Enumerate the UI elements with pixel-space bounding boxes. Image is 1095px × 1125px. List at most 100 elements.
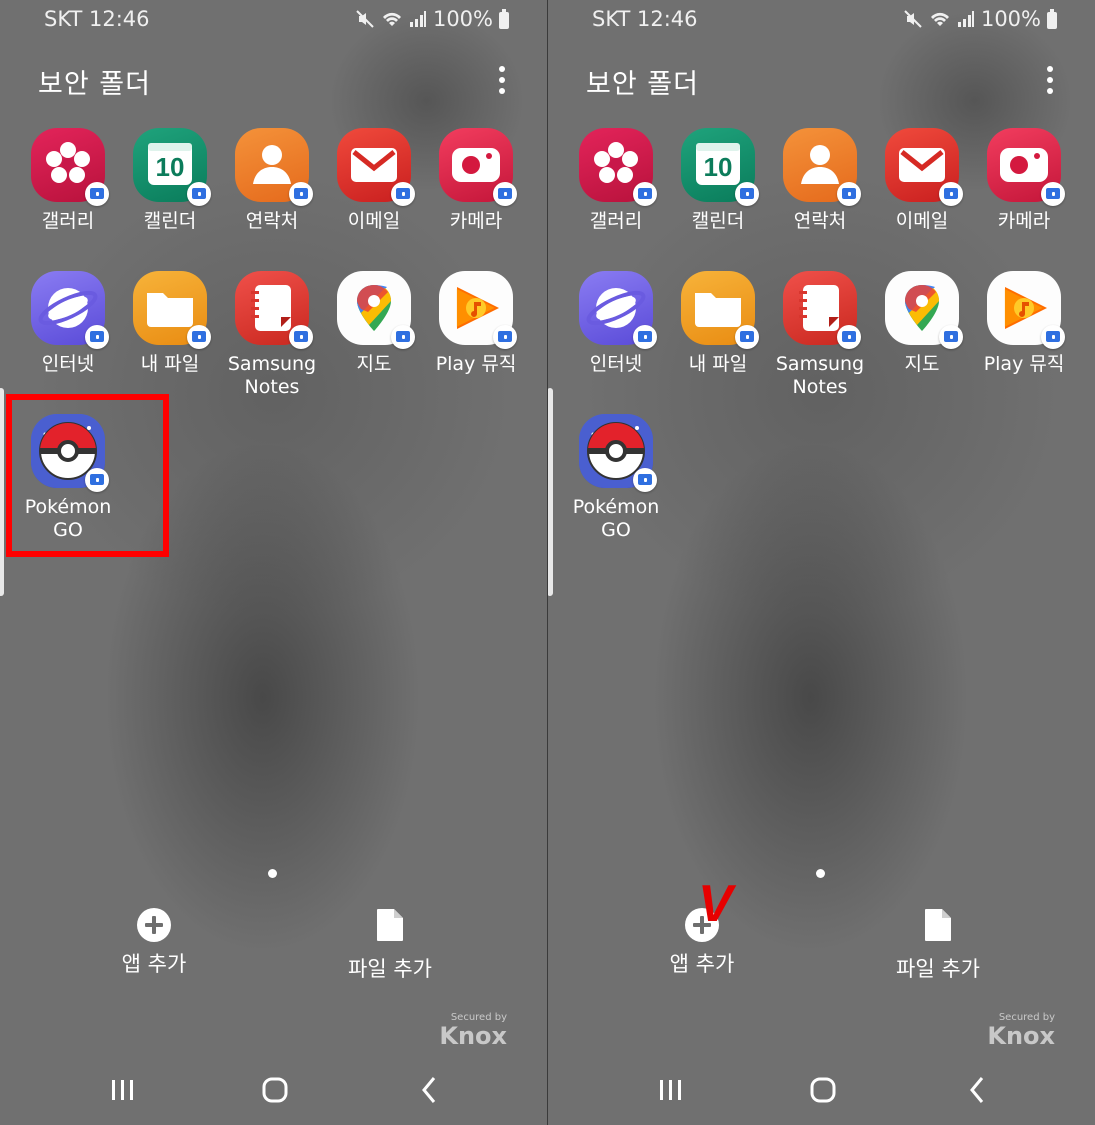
add-file-label: 파일 추가: [348, 957, 432, 981]
signal-icon: [409, 11, 426, 27]
app-play-music[interactable]: Play 뮤직: [974, 271, 1074, 376]
app-label: 지도: [904, 353, 940, 375]
home-icon[interactable]: [245, 1066, 305, 1114]
app-pokemon-go[interactable]: Pokémon GO: [566, 414, 666, 542]
app-label: 이메일: [347, 210, 401, 232]
contacts-icon: [235, 128, 313, 206]
app-internet[interactable]: 인터넷: [18, 271, 118, 376]
battery-percent: 100%: [980, 7, 1041, 31]
app-contacts[interactable]: 연락처: [770, 128, 870, 233]
secure-folder-badge-icon: [837, 325, 861, 349]
app-label: Play 뮤직: [435, 353, 517, 375]
wifi-icon: [930, 12, 949, 26]
secure-folder-badge-icon: [939, 325, 963, 349]
svg-text:10: 10: [156, 152, 185, 182]
secure-folder-badge-icon: [493, 325, 517, 349]
battery-icon: [1047, 8, 1057, 29]
file-icon: [925, 909, 951, 941]
app-label: 연락처: [793, 210, 847, 232]
add-file-button[interactable]: 파일 추가: [330, 908, 450, 983]
app-play-music[interactable]: Play 뮤직: [426, 271, 526, 376]
back-icon[interactable]: [948, 1066, 1008, 1114]
app-my-files[interactable]: 내 파일: [668, 271, 768, 376]
samsung-notes-icon: [235, 271, 313, 349]
secure-folder-badge-icon: [289, 325, 313, 349]
secure-folder-badge-icon: [391, 325, 415, 349]
app-label: 인터넷: [41, 353, 95, 375]
secure-folder-badge-icon: [493, 182, 517, 206]
secure-folder-badge-icon: [939, 182, 963, 206]
app-gallery[interactable]: 갤러리: [18, 128, 118, 233]
add-app-label: 앱 추가: [121, 952, 187, 976]
calendar-icon: 10: [133, 128, 211, 206]
knox-brand: Knox: [987, 1022, 1055, 1050]
app-maps[interactable]: 지도: [324, 271, 424, 376]
recent-apps-icon[interactable]: [92, 1066, 152, 1114]
app-email[interactable]: 이메일: [324, 128, 424, 233]
secure-folder-badge-icon: [633, 325, 657, 349]
app-label: Samsung Notes: [227, 353, 317, 398]
app-label: 갤러리: [589, 210, 643, 232]
more-options-icon[interactable]: [497, 66, 507, 94]
app-contacts[interactable]: 연락처: [222, 128, 322, 233]
app-calendar[interactable]: 10 캘린더: [668, 128, 768, 233]
maps-icon: [885, 271, 963, 349]
app-gallery[interactable]: 갤러리: [566, 128, 666, 233]
app-my-files[interactable]: 내 파일: [120, 271, 220, 376]
mute-icon: [356, 10, 374, 28]
wifi-icon: [382, 12, 401, 26]
secure-folder-badge-icon: [633, 182, 657, 206]
status-carrier-time: SKT 12:46: [592, 7, 698, 31]
email-icon: [885, 128, 963, 206]
secure-folder-badge-icon: [85, 182, 109, 206]
knox-brand: Knox: [439, 1022, 507, 1050]
app-email[interactable]: 이메일: [872, 128, 972, 233]
app-label: Samsung Notes: [775, 353, 865, 398]
calendar-icon: 10: [681, 128, 759, 206]
secure-folder-screen-right: SKT 12:46 100% 보안 폴더 갤러리 10 캘린더 연락처 이메일 카메라 인터…: [548, 0, 1095, 1125]
app-label: 카메라: [449, 210, 503, 232]
status-bar: SKT 12:46 100%: [548, 0, 1095, 40]
knox-logo: Secured by Knox: [987, 1012, 1055, 1048]
app-internet[interactable]: 인터넷: [566, 271, 666, 376]
svg-text:10: 10: [704, 152, 733, 182]
secure-folder-screen-left: SKT 12:46 100% 보안 폴더 갤러리 10 캘린더 연락처 이메일 카메라인터…: [0, 0, 547, 1125]
folder-title: 보안 폴더: [38, 69, 151, 100]
app-samsung-notes[interactable]: Samsung Notes: [222, 271, 322, 399]
camera-icon: [439, 128, 517, 206]
recent-apps-icon[interactable]: [640, 1066, 700, 1114]
gallery-icon: [579, 128, 657, 206]
app-camera[interactable]: 카메라: [974, 128, 1074, 233]
maps-icon: [337, 271, 415, 349]
navigation-bar: [548, 1066, 1095, 1114]
add-file-button[interactable]: 파일 추가: [878, 908, 998, 983]
app-camera[interactable]: 카메라: [426, 128, 526, 233]
status-bar: SKT 12:46 100%: [0, 0, 547, 40]
home-icon[interactable]: [793, 1066, 853, 1114]
secure-folder-badge-icon: [837, 182, 861, 206]
my-files-icon: [133, 271, 211, 349]
app-label: 내 파일: [140, 353, 200, 375]
plus-circle-icon: [137, 908, 171, 942]
edge-panel-handle[interactable]: [548, 388, 553, 596]
edge-panel-handle[interactable]: [0, 388, 4, 596]
navigation-bar: [0, 1066, 547, 1114]
more-options-icon[interactable]: [1045, 66, 1055, 94]
back-icon[interactable]: [400, 1066, 460, 1114]
app-label: 카메라: [997, 210, 1051, 232]
email-icon: [337, 128, 415, 206]
mute-icon: [904, 10, 922, 28]
add-app-label: 앱 추가: [669, 952, 735, 976]
samsung-notes-icon: [783, 271, 861, 349]
add-app-button[interactable]: 앱 추가: [104, 908, 204, 978]
app-calendar[interactable]: 10 캘린더: [120, 128, 220, 233]
secure-folder-badge-icon: [1041, 325, 1065, 349]
secure-folder-badge-icon: [391, 182, 415, 206]
secure-folder-badge-icon: [735, 325, 759, 349]
app-maps[interactable]: 지도: [872, 271, 972, 376]
play-music-icon: [987, 271, 1065, 349]
status-carrier-time: SKT 12:46: [44, 7, 150, 31]
secure-folder-badge-icon: [187, 325, 211, 349]
file-icon: [377, 909, 403, 941]
app-samsung-notes[interactable]: Samsung Notes: [770, 271, 870, 399]
